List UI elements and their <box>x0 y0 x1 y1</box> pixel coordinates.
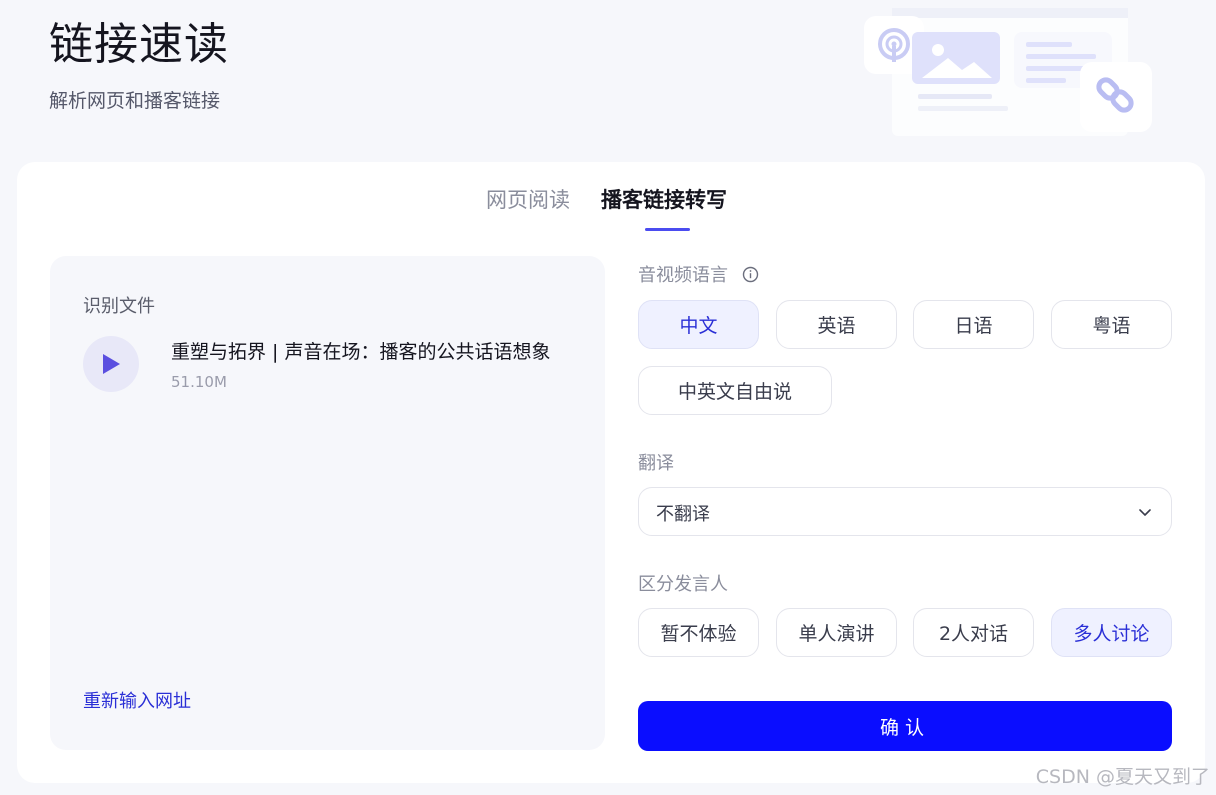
tab-web-reading[interactable]: 网页阅读 <box>486 184 570 214</box>
language-option-chinese[interactable]: 中文 <box>638 300 759 349</box>
confirm-button[interactable]: 确认 <box>638 701 1172 751</box>
info-icon[interactable] <box>742 266 759 283</box>
page: 链接速读 解析网页和播客链接 网页阅读 播客链接转写 识别文件 重塑与拓界 | … <box>0 0 1216 795</box>
speaker-option-two[interactable]: 2人对话 <box>913 608 1034 657</box>
image-icon <box>912 32 1000 84</box>
language-option-english[interactable]: 英语 <box>776 300 897 349</box>
file-panel: 识别文件 重塑与拓界 | 声音在场：播客的公共话语想象 51.10M 重新输入网… <box>50 256 605 750</box>
tab-podcast-transcribe[interactable]: 播客链接转写 <box>601 184 727 214</box>
reenter-url-link[interactable]: 重新输入网址 <box>83 687 191 713</box>
play-icon <box>103 354 120 374</box>
language-label: 音视频语言 <box>638 265 728 286</box>
main-card: 网页阅读 播客链接转写 识别文件 重塑与拓界 | 声音在场：播客的公共话语想象 … <box>17 162 1205 783</box>
language-option-japanese[interactable]: 日语 <box>913 300 1034 349</box>
active-tab-indicator <box>645 228 690 231</box>
speaker-option-single[interactable]: 单人演讲 <box>776 608 897 657</box>
file-name: 重塑与拓界 | 声音在场：播客的公共话语想象 <box>171 341 551 363</box>
settings-panel: 音视频语言 中文 英语 日语 粤语 中英文自由说 翻译 不翻译 区分发言人 暂不 <box>638 256 1172 756</box>
page-title: 链接速读 <box>49 19 229 70</box>
watermark: CSDN @夏天又到了 <box>1035 766 1210 788</box>
file-panel-title: 识别文件 <box>83 296 155 317</box>
translation-select[interactable]: 不翻译 <box>638 487 1172 536</box>
play-button[interactable] <box>83 336 139 392</box>
translation-value: 不翻译 <box>656 504 710 525</box>
file-size: 51.10M <box>171 373 227 391</box>
tab-bar: 网页阅读 播客链接转写 <box>17 184 1205 234</box>
language-option-cantonese[interactable]: 粤语 <box>1051 300 1172 349</box>
chevron-down-icon <box>1139 509 1151 516</box>
translation-label: 翻译 <box>638 453 674 474</box>
speaker-option-multi[interactable]: 多人讨论 <box>1051 608 1172 657</box>
speaker-option-skip[interactable]: 暂不体验 <box>638 608 759 657</box>
language-section-label: 音视频语言 <box>638 261 759 287</box>
page-subtitle: 解析网页和播客链接 <box>49 90 221 112</box>
language-option-mixed[interactable]: 中英文自由说 <box>638 366 832 415</box>
link-icon <box>1080 62 1152 132</box>
speaker-label: 区分发言人 <box>638 574 728 595</box>
hero-illustration <box>864 8 1152 136</box>
